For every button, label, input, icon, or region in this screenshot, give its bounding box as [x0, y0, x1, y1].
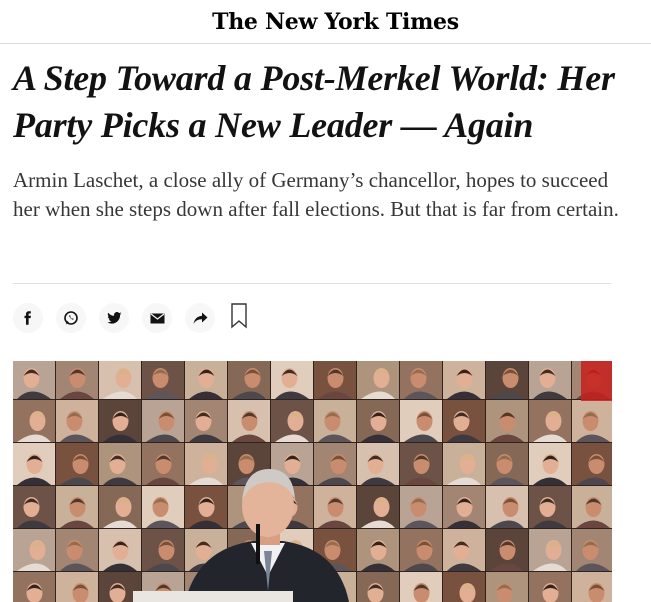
facebook-share-button[interactable]	[13, 303, 43, 333]
red-accent	[581, 361, 612, 401]
whatsapp-icon	[64, 311, 78, 325]
email-icon	[150, 313, 164, 323]
bookmark-icon	[231, 302, 247, 329]
hero-photo	[13, 361, 612, 602]
lectern	[133, 591, 293, 602]
nyt-logo[interactable]: The New York Times	[212, 9, 459, 35]
hero-photo-graphic	[13, 361, 612, 602]
article-headline: A Step Toward a Post-Merkel World: Her P…	[13, 58, 615, 145]
masthead: The New York Times	[0, 0, 651, 44]
email-share-button[interactable]	[142, 303, 172, 333]
twitter-icon	[106, 311, 121, 324]
divider	[13, 283, 611, 284]
more-share-button[interactable]	[185, 303, 215, 333]
share-arrow-icon	[193, 312, 207, 324]
microphone	[256, 524, 260, 564]
article-summary: Armin Laschet, a close ally of Germany’s…	[13, 168, 619, 221]
share-toolbar	[13, 301, 248, 335]
save-bookmark-button[interactable]	[230, 302, 248, 334]
whatsapp-share-button[interactable]	[56, 303, 86, 333]
twitter-share-button[interactable]	[99, 303, 129, 333]
facebook-icon	[24, 311, 31, 325]
